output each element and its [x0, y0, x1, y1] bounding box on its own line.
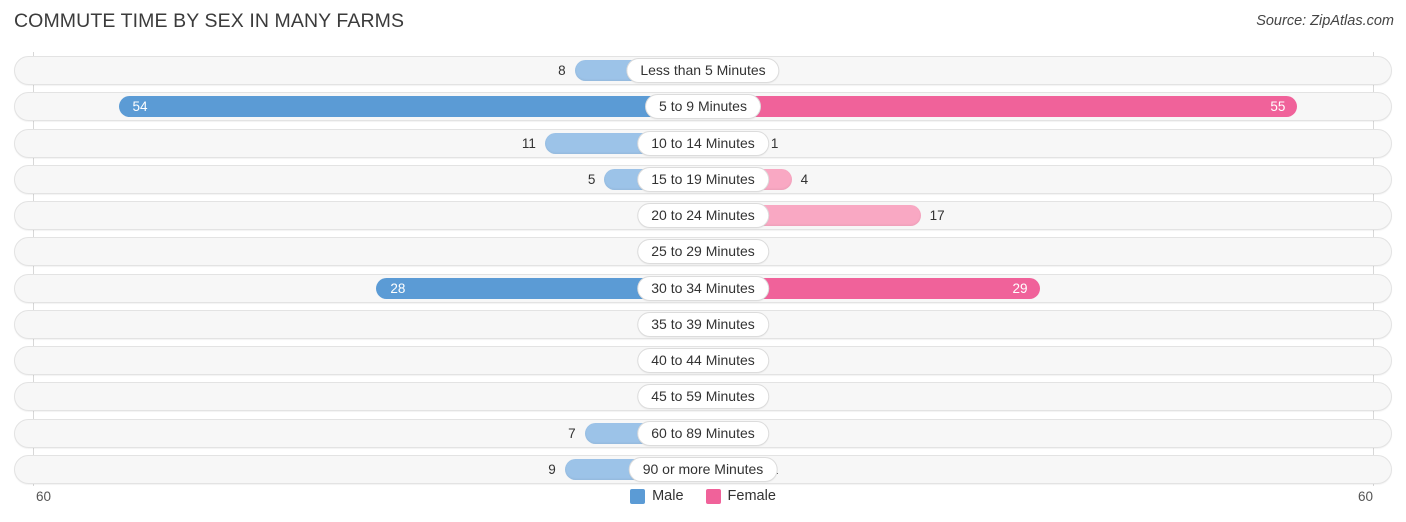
bar-value-female: 1: [771, 459, 824, 480]
category-label: 60 to 89 Minutes: [637, 420, 769, 446]
bar-value-female: 1: [770, 135, 779, 151]
bar-value-male: 54: [132, 99, 148, 115]
chart-footer: 60 60 Male Female: [0, 486, 1406, 522]
bar-value-male: 28: [390, 280, 406, 296]
page-title: COMMUTE TIME BY SEX IN MANY FARMS: [14, 10, 405, 32]
bar-value-female: 29: [1012, 280, 1028, 296]
category-label: 90 or more Minutes: [628, 456, 778, 482]
category-label: 5 to 9 Minutes: [645, 94, 761, 120]
category-label: 40 to 44 Minutes: [637, 348, 769, 374]
bar-value-female: 0: [761, 423, 814, 444]
bar-value-male: 5: [587, 171, 596, 187]
bar-value-female: 0: [761, 350, 814, 371]
bar-value-female: 55: [1270, 99, 1286, 115]
category-label: 20 to 24 Minutes: [637, 203, 769, 229]
bar-value-male: 8: [558, 63, 566, 78]
source-attribution: Source: ZipAtlas.com: [1256, 13, 1394, 29]
category-label: 25 to 29 Minutes: [637, 239, 769, 265]
bar-value-male: 11: [521, 135, 536, 151]
category-label: 35 to 39 Minutes: [637, 311, 769, 337]
category-label: Less than 5 Minutes: [626, 58, 780, 83]
legend-swatch-female: [705, 488, 721, 504]
bar-value-female: 17: [929, 208, 945, 224]
category-label: 10 to 14 Minutes: [637, 130, 769, 156]
bar-value-female: 4: [800, 171, 809, 187]
chart-page: COMMUTE TIME BY SEX IN MANY FARMS Source…: [0, 0, 1406, 522]
legend-label-male: Male: [652, 488, 684, 504]
category-label: 30 to 34 Minutes: [637, 275, 769, 301]
bar-male[interactable]: [118, 96, 703, 118]
bar-value-female: 0: [761, 386, 814, 407]
category-label: 45 to 59 Minutes: [637, 384, 769, 410]
legend-label-female: Female: [727, 488, 776, 504]
bar-value-female: 0: [761, 241, 814, 262]
legend-item-male[interactable]: Male: [630, 488, 684, 504]
bar-value-female: 0: [761, 314, 814, 335]
bar-female[interactable]: [703, 96, 1298, 118]
bar-value-male: 9: [548, 461, 556, 477]
legend-item-female[interactable]: Female: [705, 488, 776, 504]
legend: Male Female: [0, 488, 1406, 504]
bar-value-male: 7: [568, 425, 576, 441]
legend-swatch-male: [630, 488, 646, 504]
plot-area: 81Less than 5 Minutes54555 to 9 Minutes1…: [0, 52, 1406, 486]
category-label: 15 to 19 Minutes: [637, 166, 769, 192]
